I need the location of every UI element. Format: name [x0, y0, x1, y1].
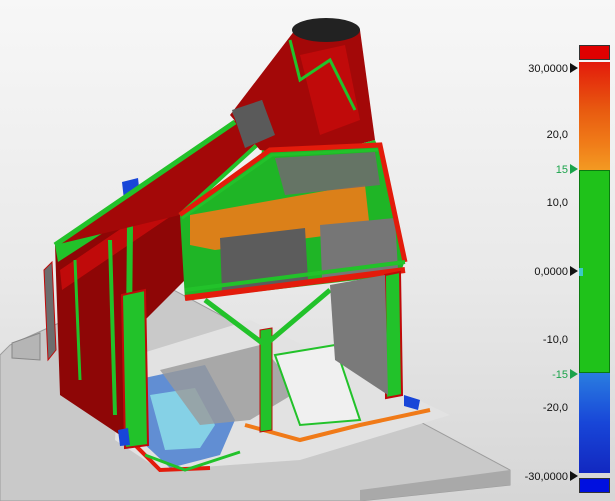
tick-arrow-min [570, 471, 578, 481]
tick-label-20: 20,0 [546, 129, 568, 141]
left-base-blue-marker [118, 428, 130, 446]
tick-label-minus-10: -10,0 [542, 334, 568, 346]
tick-label-lower-limit: -15 [552, 369, 568, 381]
tick-label-min: -30,0000 [524, 471, 568, 483]
tick-arrow-max [570, 63, 578, 73]
scale-band-red [579, 62, 610, 142]
floor-slab-edge [11, 332, 41, 361]
tick-arrow-zero [570, 266, 578, 276]
scale-top-cap [579, 45, 610, 60]
tick-arrow-upper-limit [570, 164, 578, 174]
front-left-column [120, 288, 150, 450]
scale-band-blue [579, 373, 610, 473]
tick-label-upper-limit: 15 [555, 164, 568, 176]
tick-label-minus-20: -20,0 [542, 402, 568, 414]
deviation-color-scale: 30,0000 20,0 15 10,0 0,0000 -10,0 -15 -2… [506, 0, 615, 501]
tick-label-zero: 0,0000 [534, 266, 568, 278]
tick-label-max: 30,0000 [528, 63, 568, 75]
hopper-opening [292, 18, 360, 42]
tick-arrow-lower-limit [570, 369, 578, 379]
scale-band-orange [579, 142, 610, 170]
scale-band-green [579, 170, 610, 373]
scale-bottom-cap [579, 478, 610, 493]
tick-label-10: 10,0 [546, 197, 568, 209]
scale-band-cyan [579, 268, 583, 276]
